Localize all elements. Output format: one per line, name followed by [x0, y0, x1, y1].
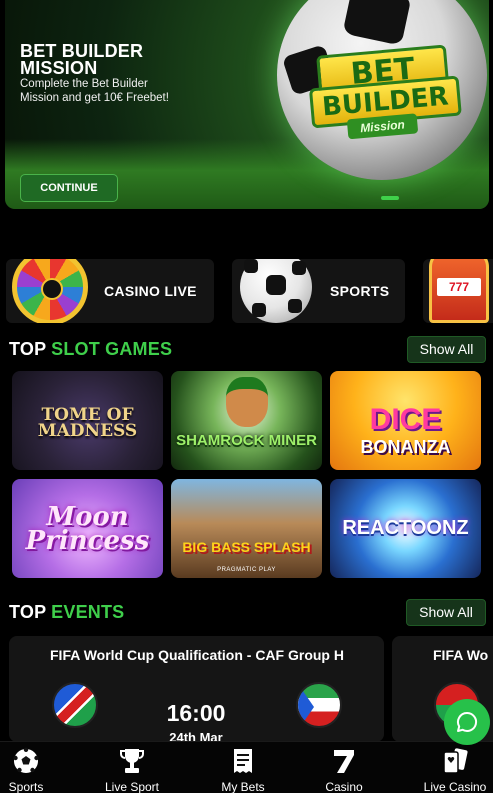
event-time: 16:00	[166, 700, 226, 726]
section-title-events: TOP EVENTS	[9, 602, 124, 623]
game-tile-big-bass-splash[interactable]: BIG BASS SPLASH PRAGMATIC PLAY	[171, 479, 322, 578]
category-label: CASINO LIVE	[104, 283, 197, 299]
leprechaun-character	[226, 377, 268, 427]
section-title-prefix: TOP	[9, 339, 46, 359]
game-provider: PRAGMATIC PLAY	[217, 567, 276, 573]
section-title-highlight: SLOT GAMES	[51, 339, 173, 359]
category-carousel[interactable]: CASINO LIVE SPORTS	[6, 259, 493, 323]
banner-description: Complete the Bet Builder Mission and get…	[20, 78, 169, 104]
carousel-dot-active[interactable]	[381, 196, 399, 200]
chat-icon	[457, 711, 478, 732]
wheel-icon	[12, 259, 88, 323]
trophy-icon	[120, 749, 144, 773]
nav-label: Sports	[8, 780, 44, 793]
game-title: SHAMROCK MINER	[176, 432, 317, 449]
nav-label: My Bets	[221, 780, 265, 793]
nav-item-casino[interactable]: Casino	[318, 742, 370, 793]
game-tile-dice-bonanza[interactable]: DICE BONANZA	[330, 371, 481, 470]
soccer-ball-icon	[240, 259, 312, 323]
nav-label: Casino	[325, 780, 363, 793]
section-title-highlight: EVENTS	[51, 602, 125, 622]
event-name: FIFA Wo	[433, 647, 489, 663]
game-tile-reactoonz[interactable]: REACTOONZ	[330, 479, 481, 578]
section-title-prefix: TOP	[9, 602, 46, 622]
game-title: REACTOONZ	[342, 517, 469, 539]
namibia-flag-icon	[52, 682, 98, 728]
continue-button[interactable]: CONTINUE	[20, 174, 118, 202]
show-all-slots-button[interactable]: Show All	[407, 336, 486, 363]
bottom-navigation: Sports Live Sport My Bets Casino Live Ca…	[0, 741, 493, 793]
game-title: TOME OF MADNESS	[37, 405, 138, 441]
chat-button[interactable]	[444, 699, 490, 745]
banner-title: BET BUILDER MISSION	[20, 41, 144, 78]
event-card[interactable]: FIFA World Cup Qualification - CAF Group…	[9, 636, 384, 742]
slot-machine-icon	[429, 259, 489, 323]
game-title: BIG BASS SPLASH	[182, 539, 311, 555]
section-title-slot-games: TOP SLOT GAMES	[9, 339, 172, 360]
game-tile-tome-of-madness[interactable]: TOME OF MADNESS	[12, 371, 163, 470]
game-title: DICE	[369, 403, 442, 436]
game-title: Moon Princess	[25, 502, 150, 556]
game-tile-moon-princess[interactable]: Moon Princess	[12, 479, 163, 578]
nav-label: Live Sport	[104, 780, 160, 793]
nav-label: Live Casino	[423, 780, 487, 793]
category-card-slots[interactable]	[423, 259, 493, 323]
carousel-indicator[interactable]	[381, 196, 399, 200]
event-name: FIFA World Cup Qualification - CAF Group…	[50, 647, 344, 663]
cards-icon	[443, 748, 468, 774]
game-tile-shamrock-miner[interactable]: SHAMROCK MINER	[171, 371, 322, 470]
category-card-casino-live[interactable]: CASINO LIVE	[6, 259, 214, 323]
show-all-events-button[interactable]: Show All	[406, 599, 486, 626]
soccer-ball-icon	[13, 747, 39, 773]
equatorial-guinea-flag-icon	[296, 682, 342, 728]
category-card-sports[interactable]: SPORTS	[232, 259, 405, 323]
nav-item-live-casino[interactable]: Live Casino	[420, 742, 490, 793]
promo-banner[interactable]: BET BUILDER Mission BET BUILDER MISSION …	[5, 0, 489, 209]
nav-item-live-sport[interactable]: Live Sport	[100, 742, 164, 793]
seven-icon	[334, 750, 354, 773]
category-label: SPORTS	[330, 283, 390, 299]
nav-item-my-bets[interactable]: My Bets	[215, 742, 271, 793]
nav-item-sports[interactable]: Sports	[0, 742, 52, 793]
game-subtitle: BONANZA	[360, 437, 451, 457]
bet-builder-badge: BET BUILDER Mission	[306, 44, 464, 152]
bet-slip-icon	[234, 749, 252, 773]
